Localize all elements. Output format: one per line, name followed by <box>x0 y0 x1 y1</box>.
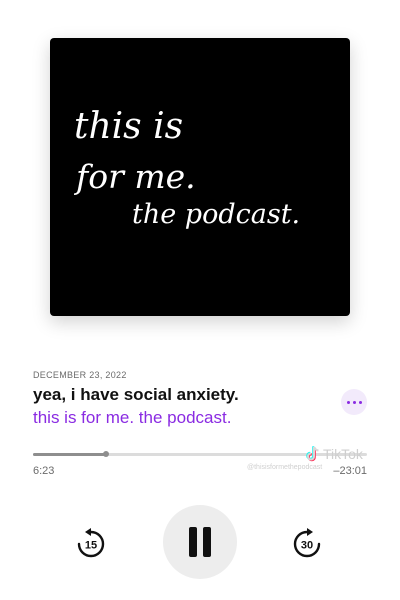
tiktok-brand-text: TikTok <box>323 446 363 462</box>
artwork-line-1: this is <box>74 106 183 147</box>
skip-back-seconds: 15 <box>85 540 97 552</box>
skip-back-icon: 15 <box>77 528 105 558</box>
more-dot-icon <box>352 400 356 404</box>
artwork-canvas: this is for me. the podcast. <box>73 106 300 230</box>
tiktok-watermark: TikTok @thisisformethepodcast <box>247 446 395 471</box>
show-name-link[interactable]: this is for me. the podcast. <box>33 408 231 428</box>
skip-back-button[interactable]: 15 <box>74 527 108 561</box>
scrubber-handle[interactable] <box>103 451 110 457</box>
skip-forward-button[interactable]: 30 <box>290 527 324 561</box>
artwork-line-2: for me. <box>73 157 196 196</box>
tiktok-handle: @thisisformethepodcast <box>247 464 323 471</box>
pause-button[interactable] <box>163 505 237 579</box>
pause-icon <box>203 527 211 557</box>
tiktok-brand: TikTok <box>306 446 395 462</box>
episode-title: yea, i have social anxiety. <box>33 385 239 404</box>
skip-forward-seconds: 30 <box>301 540 313 552</box>
podcast-artwork: this is for me. the podcast. <box>50 38 350 316</box>
more-dot-icon <box>346 400 350 404</box>
episode-date: DECEMBER 23, 2022 <box>33 370 127 380</box>
scrubber-progress-fill <box>33 453 107 456</box>
more-dot-icon <box>358 400 362 404</box>
skip-forward-icon: 30 <box>293 528 321 558</box>
pause-icon <box>189 527 197 557</box>
tiktok-logo-icon <box>306 446 319 462</box>
now-playing-screen: this is for me. the podcast. DECEMBER 23… <box>0 0 400 600</box>
more-options-button[interactable] <box>341 389 367 415</box>
elapsed-time: 6:23 <box>33 465 55 477</box>
artwork-line-3: the podcast. <box>132 199 300 230</box>
